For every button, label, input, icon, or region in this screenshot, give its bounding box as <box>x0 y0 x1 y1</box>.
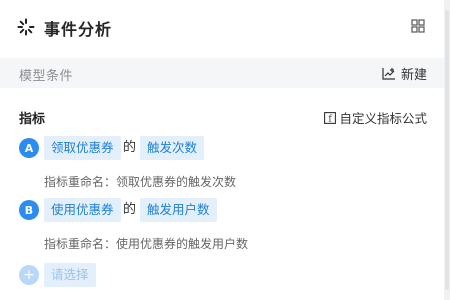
panel-header: 事件分析 <box>0 0 444 57</box>
rename-value[interactable]: 使用优惠券的触发用户数 <box>116 237 248 251</box>
formula-icon: f <box>324 111 337 124</box>
metrics-header: 指标 f 自定义指标公式 <box>19 108 427 128</box>
measure-selector[interactable]: 触发用户数 <box>140 198 217 222</box>
metrics-label: 指标 <box>19 112 46 127</box>
loading-spin-icon <box>17 18 35 36</box>
custom-formula-label: 自定义指标公式 <box>339 111 427 126</box>
measure-selector[interactable]: 触发次数 <box>140 136 205 160</box>
add-chart-icon <box>382 67 395 80</box>
event-selector[interactable]: 领取优惠券 <box>44 136 121 160</box>
svg-text:f: f <box>329 114 333 124</box>
connector-text: 的 <box>123 140 137 155</box>
add-metric-row: + 请选择 <box>19 263 219 287</box>
rename-value[interactable]: 领取优惠券的触发次数 <box>116 175 236 189</box>
page-title: 事件分析 <box>44 20 113 39</box>
new-button[interactable]: 新建 <box>382 64 427 83</box>
metric-row-b: B 使用优惠券 的 触发用户数 <box>19 198 319 222</box>
rename-label: 指标重命名： <box>44 237 117 251</box>
select-placeholder[interactable]: 请选择 <box>44 263 96 287</box>
grid-view-icon[interactable] <box>411 19 425 33</box>
connector-text: 的 <box>123 202 137 217</box>
metric-badge: B <box>19 200 39 220</box>
scrollbar[interactable] <box>444 0 450 300</box>
new-button-label: 新建 <box>400 67 427 83</box>
model-conditions-label: 模型条件 <box>19 69 74 84</box>
add-metric-button[interactable]: + <box>19 265 39 285</box>
rename-label: 指标重命名： <box>44 175 117 189</box>
metric-row-a: A 领取优惠券 的 触发次数 <box>19 136 319 160</box>
scrollbar-thumb[interactable] <box>445 10 449 290</box>
custom-formula-button[interactable]: f 自定义指标公式 <box>324 108 427 127</box>
model-conditions-bar: 模型条件 新建 <box>0 58 444 88</box>
event-selector[interactable]: 使用优惠券 <box>44 198 121 222</box>
metric-badge: A <box>19 138 39 158</box>
rename-row-b: 指标重命名：使用优惠券的触发用户数 <box>44 235 248 252</box>
rename-row-a: 指标重命名：领取优惠券的触发次数 <box>44 173 236 190</box>
